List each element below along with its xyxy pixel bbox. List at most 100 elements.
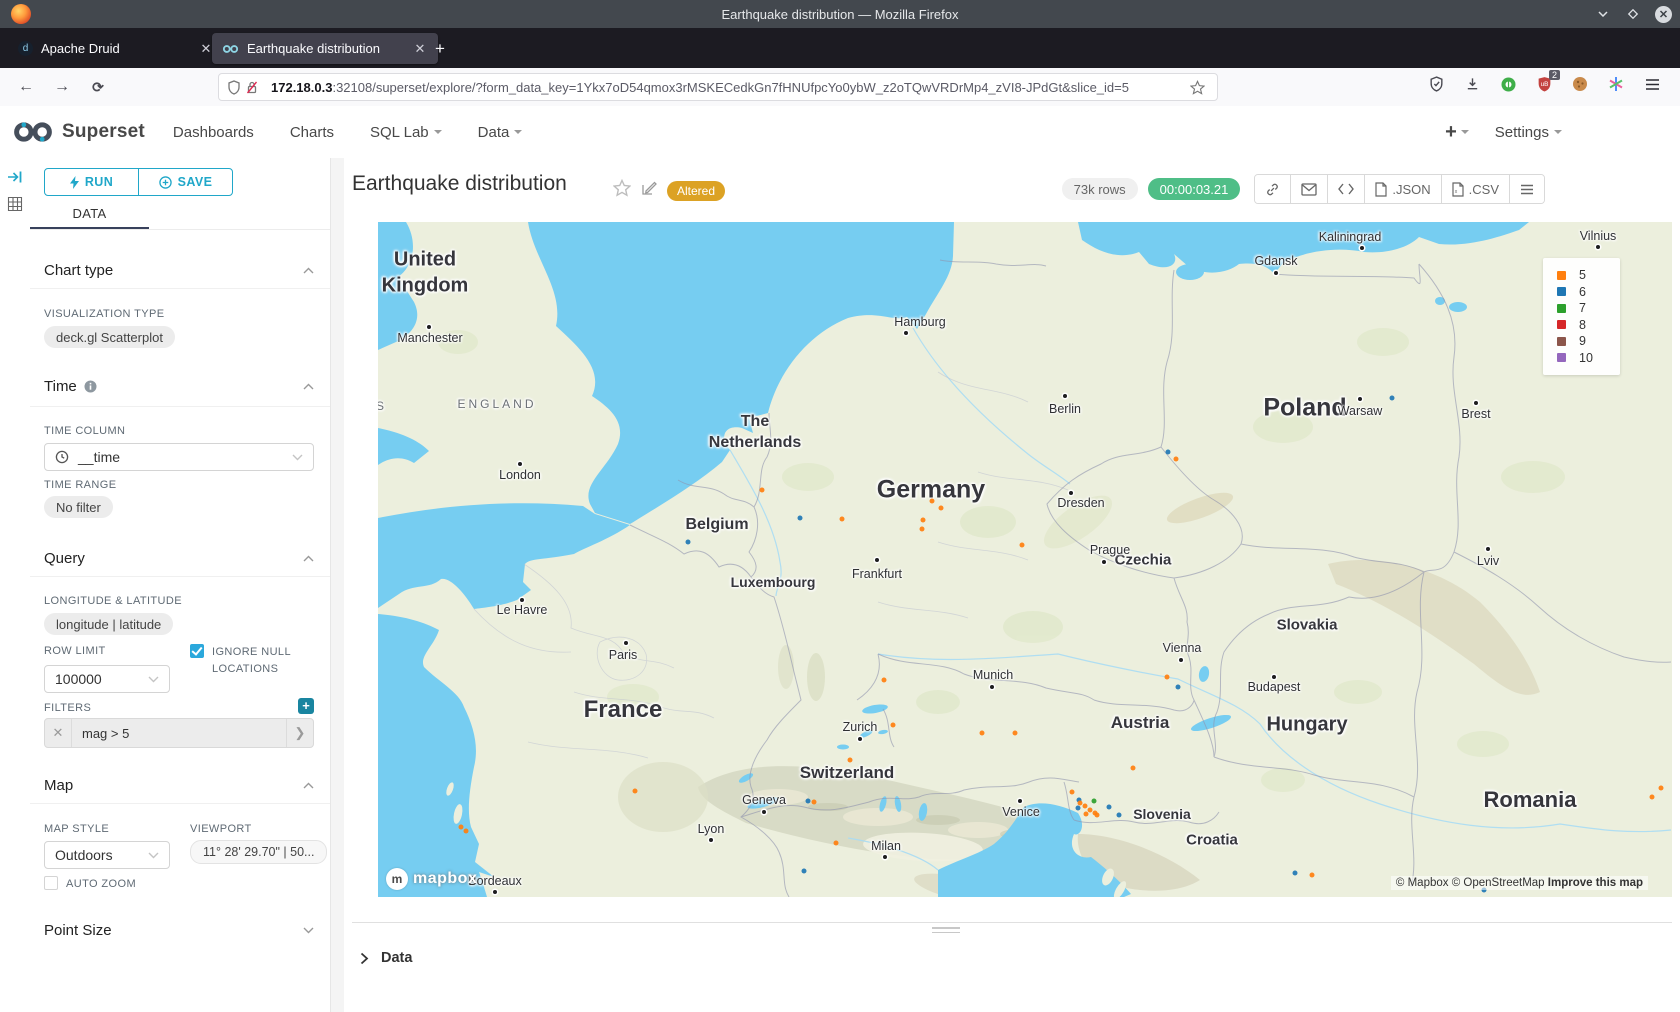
forward-button[interactable]: → [50, 75, 74, 99]
run-button[interactable]: RUN [45, 169, 139, 195]
copy-link-button[interactable] [1255, 175, 1291, 203]
city-marker [518, 462, 522, 466]
altered-badge: Altered [667, 181, 725, 201]
grid-icon[interactable] [7, 196, 23, 217]
mapbox-attribution-link[interactable]: © Mapbox [1396, 877, 1449, 889]
auto-zoom-checkbox[interactable] [44, 876, 58, 890]
reload-button[interactable]: ⟳ [86, 75, 110, 99]
back-button[interactable]: ← [14, 75, 38, 99]
viewport-value[interactable]: 11° 28' 29.70" | 50... [190, 840, 327, 864]
url-input[interactable]: 172.18.0.3:32108/superset/explore/?form_… [218, 73, 1218, 101]
favorite-star-icon[interactable] [613, 179, 631, 202]
new-tab-button[interactable]: + [428, 37, 452, 61]
tab-data[interactable]: DATA [30, 206, 149, 221]
map-country-label: Croatia [1186, 832, 1238, 849]
earthquake-point [891, 723, 896, 728]
section-map[interactable]: Map [44, 771, 314, 799]
insecure-lock-icon[interactable] [245, 80, 259, 95]
close-icon[interactable]: ✕ [1655, 6, 1672, 23]
minimize-icon[interactable] [1595, 6, 1611, 22]
bookmark-star-icon[interactable] [1190, 80, 1205, 95]
section-query[interactable]: Query [44, 544, 314, 572]
earthquake-point [1293, 871, 1298, 876]
svg-text:x: x [1454, 189, 1457, 195]
save-button[interactable]: SAVE [139, 169, 232, 195]
add-new-button[interactable]: + [1445, 121, 1469, 144]
tab-earthquake-distribution[interactable]: Earthquake distribution ✕ [212, 33, 438, 64]
extension-green-icon[interactable] [1498, 74, 1518, 94]
embed-code-button[interactable] [1328, 175, 1365, 203]
nav-data[interactable]: Data [478, 124, 523, 141]
section-time[interactable]: Time [44, 372, 314, 400]
earthquake-point [1117, 813, 1122, 818]
time-range-value[interactable]: No filter [44, 496, 113, 518]
map-country-label: Kingdom [382, 275, 469, 298]
improve-map-link[interactable]: Improve this map [1548, 877, 1643, 889]
earthquake-point [1107, 805, 1112, 810]
extension-badge: 2 [1549, 70, 1560, 80]
ignore-null-checkbox[interactable] [190, 644, 204, 658]
earthquake-point [1166, 450, 1171, 455]
deckgl-scatterplot-map[interactable]: UnitedKingdomENGLANDESTheNetherlandsBelg… [378, 222, 1672, 897]
data-section-toggle[interactable]: Data [360, 950, 412, 966]
export-csv-button[interactable]: x .CSV [1442, 175, 1510, 203]
firefox-icon [11, 4, 31, 24]
filter-chip[interactable]: ✕ mag > 5 ❯ [44, 718, 314, 748]
section-point-size[interactable]: Point Size [44, 916, 314, 944]
edit-properties-icon[interactable] [641, 180, 657, 201]
earthquake-point [464, 829, 469, 834]
panel-drag-handle[interactable] [932, 927, 960, 936]
map-city-label: Gdansk [1254, 254, 1297, 268]
tab-close-icon[interactable]: ✕ [412, 41, 428, 57]
map-city-label: Kaliningrad [1319, 230, 1382, 244]
map-city-label: Warsaw [1338, 404, 1383, 418]
earthquake-point [1095, 813, 1100, 818]
osm-attribution-link[interactable]: © OpenStreetMap [1452, 877, 1545, 889]
city-marker [427, 325, 431, 329]
mapbox-logo[interactable]: m mapbox [386, 868, 477, 890]
auto-zoom-label: AUTO ZOOM [66, 878, 136, 890]
legend-label: 5 [1579, 268, 1586, 282]
map-country-label: Hungary [1266, 714, 1347, 737]
adblock-shield-icon[interactable]: uB 2 [1534, 74, 1554, 94]
map-style-select[interactable]: Outdoors [44, 841, 170, 869]
nav-dashboards[interactable]: Dashboards [173, 124, 254, 141]
chevron-down-icon [1461, 130, 1469, 134]
download-icon[interactable] [1462, 74, 1482, 94]
shield-icon[interactable] [227, 80, 241, 95]
lonlat-value[interactable]: longitude | latitude [44, 613, 173, 635]
tab-label: Earthquake distribution [247, 41, 380, 56]
menu-icon[interactable] [1642, 74, 1662, 94]
map-attribution: © Mapbox © OpenStreetMap Improve this ma… [1391, 876, 1648, 890]
chart-menu-button[interactable] [1510, 175, 1544, 203]
add-filter-button[interactable]: + [298, 698, 314, 714]
tab-apache-druid[interactable]: d Apache Druid ✕ [8, 33, 224, 64]
chevron-right-icon[interactable]: ❯ [286, 719, 313, 747]
row-limit-select[interactable]: 100000 [44, 665, 170, 693]
url-text: 172.18.0.3:32108/superset/explore/?form_… [271, 80, 1190, 95]
city-marker [493, 890, 497, 894]
map-country-label: Belgium [685, 516, 748, 534]
email-button[interactable] [1291, 175, 1328, 203]
visualization-type-value[interactable]: deck.gl Scatterplot [44, 326, 175, 348]
protections-shield-icon[interactable] [1426, 74, 1446, 94]
remove-filter-icon[interactable]: ✕ [45, 719, 72, 747]
expand-datasource-panel-icon[interactable] [7, 170, 23, 189]
earthquake-point [921, 518, 926, 523]
maximize-icon[interactable] [1625, 6, 1641, 22]
superset-favicon-icon [222, 43, 239, 55]
nav-charts[interactable]: Charts [290, 124, 334, 141]
chart-title: Earthquake distribution [352, 172, 567, 196]
settings-menu[interactable]: Settings [1495, 124, 1562, 141]
time-column-select[interactable]: __time [44, 443, 314, 471]
chevron-up-icon [303, 383, 314, 390]
export-json-button[interactable]: .JSON [1365, 175, 1441, 203]
section-chart-type[interactable]: Chart type [44, 256, 314, 284]
earthquake-point [1174, 457, 1179, 462]
map-city-label: Frankfurt [852, 567, 902, 581]
nav-sql-lab[interactable]: SQL Lab [370, 124, 442, 141]
cookie-icon[interactable] [1570, 74, 1590, 94]
superset-logo[interactable]: Superset [12, 118, 145, 146]
colorful-extension-icon[interactable] [1606, 74, 1626, 94]
earthquake-point [812, 800, 817, 805]
